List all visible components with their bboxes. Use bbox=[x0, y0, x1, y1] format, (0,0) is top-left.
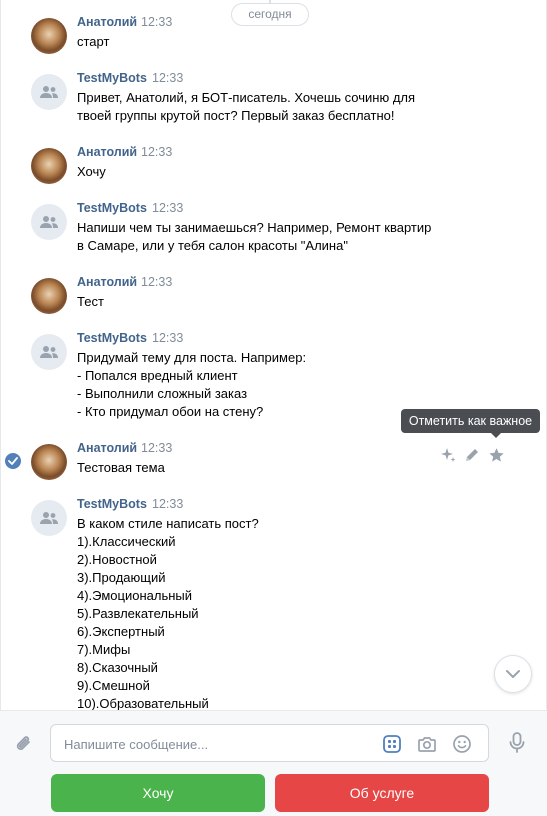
message-text: старт bbox=[77, 34, 110, 49]
message-time[interactable]: 12:33 bbox=[152, 71, 183, 85]
users-icon bbox=[40, 86, 58, 98]
microphone-icon[interactable] bbox=[506, 731, 528, 755]
message-text: Хочу bbox=[77, 164, 106, 179]
selected-check-icon[interactable] bbox=[5, 453, 21, 469]
message-author[interactable]: TestMyBots bbox=[77, 497, 147, 511]
avatar[interactable] bbox=[31, 148, 67, 184]
message-author[interactable]: TestMyBots bbox=[77, 71, 147, 85]
message-author[interactable]: TestMyBots bbox=[77, 201, 147, 215]
message-time[interactable]: 12:33 bbox=[152, 201, 183, 215]
message-feed[interactable]: сегодня Анатолий 12:33 старт TestMyBots … bbox=[0, 0, 547, 710]
message-author[interactable]: Анатолий bbox=[77, 145, 137, 159]
avatar[interactable] bbox=[31, 334, 67, 370]
message-author[interactable]: TestMyBots bbox=[77, 331, 147, 345]
message-author[interactable]: Анатолий bbox=[77, 441, 137, 455]
camera-icon[interactable] bbox=[417, 734, 437, 754]
message-author[interactable]: Анатолий bbox=[77, 15, 137, 29]
message-author[interactable]: Анатолий bbox=[77, 275, 137, 289]
pencil-icon[interactable] bbox=[463, 446, 481, 464]
avatar[interactable] bbox=[31, 204, 67, 240]
avatar[interactable] bbox=[31, 74, 67, 110]
avatar[interactable] bbox=[31, 500, 67, 536]
date-divider: сегодня bbox=[231, 3, 309, 26]
emoji-icon[interactable] bbox=[452, 734, 472, 754]
users-icon bbox=[40, 512, 58, 524]
message-time[interactable]: 12:33 bbox=[141, 145, 172, 159]
users-icon bbox=[40, 346, 58, 358]
avatar[interactable] bbox=[31, 278, 67, 314]
message-input-box[interactable] bbox=[50, 724, 489, 762]
chevron-down-icon bbox=[506, 670, 520, 678]
users-icon bbox=[40, 216, 58, 228]
scroll-down-button[interactable] bbox=[494, 655, 532, 693]
sparkle-icon[interactable] bbox=[439, 446, 457, 464]
bot-keyboard-icon[interactable] bbox=[382, 734, 402, 754]
keyboard-button-want[interactable]: Хочу bbox=[51, 774, 265, 812]
message-time[interactable]: 12:33 bbox=[141, 441, 172, 455]
star-icon[interactable] bbox=[487, 446, 505, 464]
message-time[interactable]: 12:33 bbox=[152, 497, 183, 511]
attach-icon[interactable] bbox=[12, 732, 36, 756]
message-time[interactable]: 12:33 bbox=[152, 331, 183, 345]
message-text: Напиши чем ты занимаешься? Например, Рем… bbox=[77, 220, 432, 253]
avatar[interactable] bbox=[31, 444, 67, 480]
tooltip: Отметить как важное bbox=[401, 409, 540, 433]
avatar[interactable] bbox=[31, 18, 67, 54]
keyboard-button-about-service[interactable]: Об услуге bbox=[275, 774, 489, 812]
message-text: В каком стиле написать пост? 1).Классиче… bbox=[77, 516, 259, 710]
message-text: Тестовая тема bbox=[77, 460, 165, 475]
message-text: Тест bbox=[77, 294, 104, 309]
message-text: Привет, Анатолий, я БОТ-писатель. Хочешь… bbox=[77, 90, 416, 123]
tooltip-arrow bbox=[491, 433, 501, 438]
message-time[interactable]: 12:33 bbox=[141, 15, 172, 29]
message-input[interactable] bbox=[64, 734, 364, 754]
message-time[interactable]: 12:33 bbox=[141, 275, 172, 289]
